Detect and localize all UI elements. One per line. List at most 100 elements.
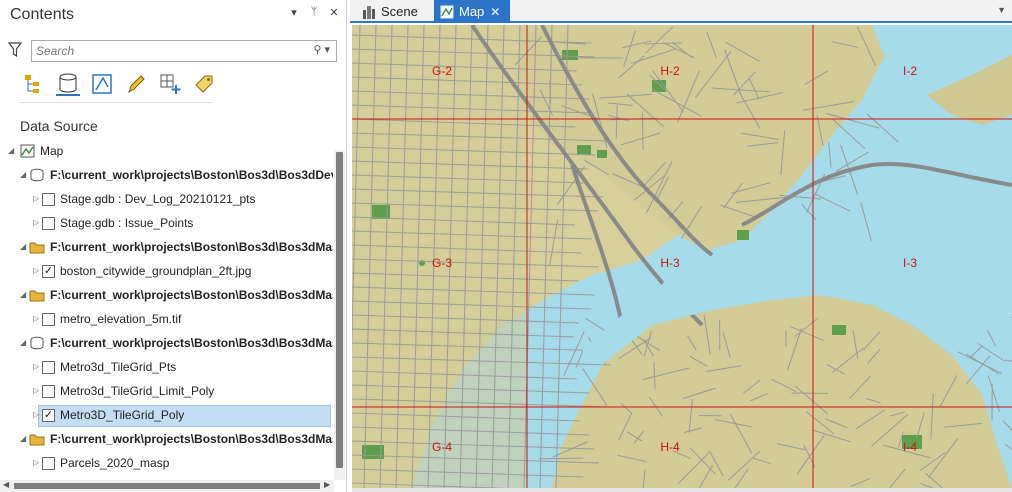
folder-icon <box>29 242 45 254</box>
scrollbar-thumb[interactable] <box>14 483 320 489</box>
collapse-arrow-icon[interactable]: ◢ <box>20 170 26 179</box>
tree-item-label: F:\current_work\projects\Boston\Bos3d\Bo… <box>50 168 333 182</box>
vertical-scrollbar[interactable] <box>334 150 345 480</box>
tile-label: I-3 <box>903 256 917 270</box>
tree-layer-item[interactable]: ▷ ✓ Metro3D_TileGrid_Poly <box>0 404 333 428</box>
tree-layer-item[interactable]: ▷ Metro3d_TileGrid_Pts <box>0 356 333 380</box>
tree-item-label: metro_elevation_5m.tif <box>60 312 182 326</box>
tab-map[interactable]: Map ✕ <box>434 0 510 23</box>
search-box[interactable]: ⚲ ▾ <box>31 40 337 62</box>
collapse-arrow-icon[interactable]: ◢ <box>20 242 26 251</box>
list-by-selection-icon[interactable] <box>90 72 114 96</box>
tree-item-label: Map <box>40 144 64 158</box>
list-by-labeling-icon[interactable] <box>192 72 216 96</box>
search-icon[interactable]: ⚲ ▾ <box>313 43 330 56</box>
tile-label: G-2 <box>432 64 452 78</box>
tree-source-item[interactable]: ◢ F:\current_work\projects\Boston\Bos3d\B… <box>0 332 333 356</box>
close-tab-icon[interactable]: ✕ <box>490 5 500 19</box>
tree-map-item[interactable]: ◢ Map <box>0 140 333 164</box>
tab-list-dropdown-icon[interactable]: ▼ <box>997 5 1006 15</box>
scene-icon <box>363 5 375 19</box>
tree-item-label: boston_citywide_groundplan_2ft.jpg <box>60 264 252 278</box>
layer-visibility-checkbox[interactable] <box>42 361 55 374</box>
pane-options-icon[interactable]: ▾ <box>288 6 300 19</box>
layer-visibility-checkbox[interactable] <box>42 313 55 326</box>
scroll-left-icon[interactable]: ◀ <box>3 480 9 489</box>
tile-label: H-2 <box>660 64 680 78</box>
layer-visibility-checkbox[interactable]: ✓ <box>42 265 55 278</box>
database-icon <box>30 168 44 182</box>
tile-label: G-4 <box>432 440 452 454</box>
close-pane-icon[interactable]: ✕ <box>328 6 340 19</box>
layer-visibility-checkbox[interactable] <box>42 385 55 398</box>
list-by-editing-icon[interactable] <box>124 72 148 96</box>
expand-arrow-icon[interactable]: ▷ <box>33 266 39 275</box>
section-label: Data Source <box>20 118 98 134</box>
list-by-snapping-icon[interactable] <box>158 72 182 96</box>
layer-visibility-checkbox[interactable] <box>42 217 55 230</box>
tab-label: Map <box>459 4 485 19</box>
map-status-strip <box>352 488 1012 492</box>
tree-item-label: Metro3d_TileGrid_Pts <box>60 360 177 374</box>
tree-item-label: Metro3D_TileGrid_Poly <box>60 408 185 422</box>
tab-scene[interactable]: Scene <box>356 0 424 23</box>
contents-pane: Contents ▾ ᛘ ✕ ⚲ ▾ <box>0 0 347 492</box>
collapse-arrow-icon[interactable]: ◢ <box>20 338 26 347</box>
toolbar-divider <box>20 102 212 103</box>
tree-item-label: Stage.gdb : Issue_Points <box>60 216 194 230</box>
contents-view-toolbar <box>22 72 216 96</box>
expand-arrow-icon[interactable]: ▷ <box>33 314 39 323</box>
map-icon <box>20 144 35 158</box>
tree-item-label: Stage.gdb : Dev_Log_20210121_pts <box>60 192 256 206</box>
tree-layer-item[interactable]: ▷ Parcels_2020_masp <box>0 452 333 476</box>
tree-item-label: F:\current_work\projects\Boston\Bos3d\Bo… <box>50 240 333 254</box>
folder-icon <box>29 290 45 302</box>
tree-layer-item[interactable]: ▷ metro_elevation_5m.tif <box>0 308 333 332</box>
search-input[interactable] <box>32 41 292 61</box>
pin-icon[interactable]: ᛘ <box>308 6 320 19</box>
tile-label: I-2 <box>903 64 917 78</box>
list-by-data-source-icon[interactable] <box>56 72 80 96</box>
arcgis-pro-window: Contents ▾ ᛘ ✕ ⚲ ▾ <box>0 0 1012 492</box>
collapse-arrow-icon[interactable]: ◢ <box>20 434 26 443</box>
tree-source-item[interactable]: ◢ F:\current_work\projects\Boston\Bos3d\B… <box>0 236 333 260</box>
map-icon <box>440 5 454 18</box>
pane-controls: ▾ ᛘ ✕ <box>288 6 340 19</box>
map-canvas[interactable]: G-2 H-2 I-2 G-3 H-3 I-3 G-4 H-4 I-4 <box>352 25 1012 488</box>
scroll-right-icon[interactable]: ▶ <box>324 480 330 489</box>
expand-arrow-icon[interactable]: ▷ <box>33 458 39 467</box>
horizontal-scrollbar[interactable]: ◀ ▶ <box>0 480 334 492</box>
tree-item-label: Parcels_2020_masp <box>60 456 170 470</box>
expand-arrow-icon[interactable]: ▷ <box>33 386 39 395</box>
tree-layer-item[interactable]: ▷ Stage.gdb : Issue_Points <box>0 212 333 236</box>
tree-source-item[interactable]: ◢ F:\current_work\projects\Boston\Bos3d\B… <box>0 428 333 452</box>
tile-label: H-3 <box>660 256 680 270</box>
database-icon <box>30 336 44 350</box>
filter-icon[interactable] <box>8 42 22 58</box>
tree-layer-item[interactable]: ▷ Stage.gdb : Dev_Log_20210121_pts <box>0 188 333 212</box>
expand-arrow-icon[interactable]: ▷ <box>33 194 39 203</box>
tile-label: H-4 <box>660 440 680 454</box>
tree-source-item[interactable]: ◢ F:\current_work\projects\Boston\Bos3d\B… <box>0 164 333 188</box>
layer-visibility-checkbox[interactable] <box>42 193 55 206</box>
tree-source-item[interactable]: ◢ F:\current_work\projects\Boston\Bos3d\B… <box>0 284 333 308</box>
expand-arrow-icon[interactable]: ▷ <box>33 362 39 371</box>
expand-arrow-icon[interactable]: ▷ <box>33 410 39 419</box>
collapse-arrow-icon[interactable]: ◢ <box>8 146 14 155</box>
layer-visibility-checkbox[interactable] <box>42 457 55 470</box>
map-view[interactable]: G-2 H-2 I-2 G-3 H-3 I-3 G-4 H-4 I-4 <box>352 25 1012 488</box>
contents-title: Contents <box>10 6 75 23</box>
expand-arrow-icon[interactable]: ▷ <box>33 218 39 227</box>
list-by-drawing-order-icon[interactable] <box>22 72 46 96</box>
view-tab-bar: Scene Map ✕ ▼ <box>350 0 1012 23</box>
scrollbar-thumb[interactable] <box>336 152 343 468</box>
folder-icon <box>29 434 45 446</box>
tree-item-label: F:\current_work\projects\Boston\Bos3d\Bo… <box>50 336 333 350</box>
collapse-arrow-icon[interactable]: ◢ <box>20 290 26 299</box>
tree-layer-item[interactable]: ▷ ✓ boston_citywide_groundplan_2ft.jpg <box>0 260 333 284</box>
tree-layer-item[interactable]: ▷ Metro3d_TileGrid_Limit_Poly <box>0 380 333 404</box>
tree-item-label: F:\current_work\projects\Boston\Bos3d\Bo… <box>50 288 333 302</box>
layer-visibility-checkbox[interactable]: ✓ <box>42 409 55 422</box>
tree-item-label: F:\current_work\projects\Boston\Bos3d\Bo… <box>50 432 333 446</box>
tree-item-label: Metro3d_TileGrid_Limit_Poly <box>60 384 215 398</box>
